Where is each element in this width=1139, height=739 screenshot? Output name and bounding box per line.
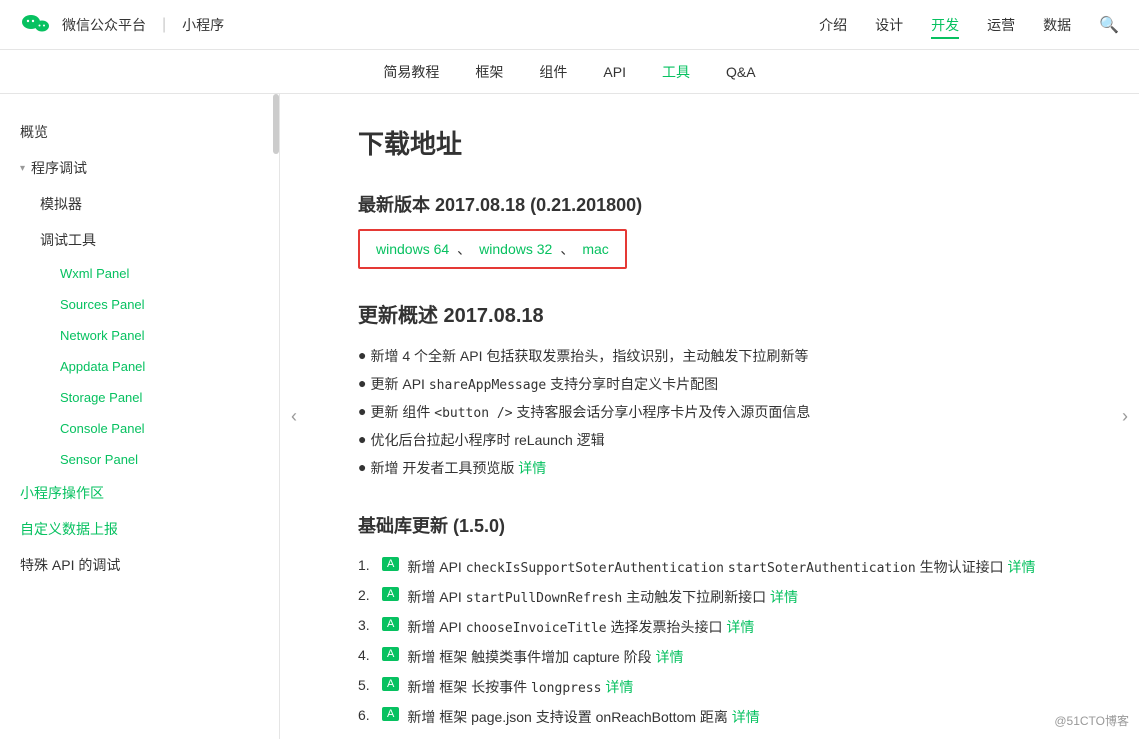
sidebar-item-devtools[interactable]: 调试工具 — [0, 222, 279, 258]
watermark: @51CTO博客 — [1054, 712, 1129, 729]
list-item: 6. A 新增 框架 page.json 支持设置 onReachBottom … — [358, 702, 1061, 732]
nav-ops[interactable]: 运营 — [987, 11, 1015, 39]
lib-section-title: 基础库更新 (1.5.0) — [358, 512, 1061, 538]
update-list: ● 新增 4 个全新 API 包括获取发票抬头，指纹识别，主动触发下拉刷新等 ●… — [358, 342, 1061, 482]
sidebar-item-custom-report[interactable]: 自定义数据上报 — [0, 511, 279, 547]
update-section-title: 更新概述 2017.08.18 — [358, 299, 1061, 328]
sub-nav: 简易教程 框架 组件 API 工具 Q&A — [0, 50, 1139, 94]
sidebar-item-miniapp-area[interactable]: 小程序操作区 — [0, 475, 279, 511]
list-item: ● 新增 开发者工具预览版 详情 — [358, 454, 1061, 482]
page-title: 下载地址 — [358, 124, 1061, 161]
sub-nav-qa[interactable]: Q&A — [726, 64, 756, 80]
latest-version: 最新版本 2017.08.18 (0.21.201800) — [358, 191, 1061, 217]
list-item: 1. A 新增 API checkIsSupportSoterAuthentic… — [358, 552, 1061, 582]
scrollbar[interactable] — [273, 94, 279, 154]
lib-detail-link-2[interactable]: 详情 — [770, 589, 798, 605]
nav-data[interactable]: 数据 — [1043, 11, 1071, 39]
list-item: 4. A 新增 框架 触摸类事件增加 capture 阶段 详情 — [358, 642, 1061, 672]
main-content: 下载地址 最新版本 2017.08.18 (0.21.201800) windo… — [308, 94, 1111, 739]
list-item: 3. A 新增 API chooseInvoiceTitle 选择发票抬头接口 … — [358, 612, 1061, 642]
header: 微信公众平台 | 小程序 介绍 设计 开发 运营 数据 🔍 — [0, 0, 1139, 50]
list-item: ● 新增 4 个全新 API 包括获取发票抬头，指纹识别，主动触发下拉刷新等 — [358, 342, 1061, 370]
next-arrow[interactable]: › — [1111, 94, 1139, 739]
list-item: 5. A 新增 框架 长按事件 longpress 详情 — [358, 672, 1061, 702]
lib-detail-link-4[interactable]: 详情 — [656, 649, 684, 665]
sub-nav-tools[interactable]: 工具 — [662, 62, 690, 82]
bullet-icon: ● — [358, 375, 366, 391]
lib-detail-link-1[interactable]: 详情 — [1008, 559, 1036, 575]
sidebar-item-network-panel[interactable]: Network Panel — [0, 320, 279, 351]
nav-design[interactable]: 设计 — [875, 11, 903, 39]
lib-detail-link-6[interactable]: 详情 — [732, 709, 760, 725]
site-name: 微信公众平台 — [62, 15, 146, 35]
nav-dev[interactable]: 开发 — [931, 11, 959, 39]
sub-nav-components[interactable]: 组件 — [539, 62, 567, 82]
prev-arrow[interactable]: ‹ — [280, 94, 308, 739]
sidebar-item-simulator[interactable]: 模拟器 — [0, 186, 279, 222]
header-divider: | — [162, 16, 166, 34]
sidebar: 概览 ▾ 程序调试 模拟器 调试工具 Wxml Panel Sources Pa… — [0, 94, 280, 739]
download-win32[interactable]: windows 32 — [479, 241, 552, 257]
sidebar-item-special-api[interactable]: 特殊 API 的调试 — [0, 547, 279, 583]
sidebar-item-overview[interactable]: 概览 — [0, 114, 279, 150]
download-links-box: windows 64 、 windows 32 、 mac — [358, 229, 627, 269]
lib-detail-link-3[interactable]: 详情 — [726, 619, 754, 635]
preview-detail-link[interactable]: 详情 — [518, 460, 546, 476]
lib-section: 基础库更新 (1.5.0) 1. A 新增 API checkIsSupport… — [358, 512, 1061, 732]
list-item: ● 更新 组件 <button /> 支持客服会话分享小程序卡片及传入源页面信息 — [358, 398, 1061, 426]
bullet-icon: ● — [358, 431, 366, 447]
download-win64[interactable]: windows 64 — [376, 241, 449, 257]
update-section: 更新概述 2017.08.18 ● 新增 4 个全新 API 包括获取发票抬头，… — [358, 299, 1061, 482]
bullet-icon: ● — [358, 459, 366, 475]
product-name: 小程序 — [182, 15, 224, 35]
header-left: 微信公众平台 | 小程序 — [20, 9, 224, 41]
sidebar-item-sources-panel[interactable]: Sources Panel — [0, 289, 279, 320]
sidebar-item-sensor-panel[interactable]: Sensor Panel — [0, 444, 279, 475]
header-nav: 介绍 设计 开发 运营 数据 🔍 — [819, 11, 1119, 39]
chevron-down-icon: ▾ — [20, 163, 25, 174]
sidebar-item-storage-panel[interactable]: Storage Panel — [0, 382, 279, 413]
bullet-icon: ● — [358, 347, 366, 363]
download-mac[interactable]: mac — [582, 241, 608, 257]
sidebar-item-console-panel[interactable]: Console Panel — [0, 413, 279, 444]
layout: 概览 ▾ 程序调试 模拟器 调试工具 Wxml Panel Sources Pa… — [0, 94, 1139, 739]
search-icon[interactable]: 🔍 — [1099, 15, 1119, 35]
list-item: ● 更新 API shareAppMessage 支持分享时自定义卡片配图 — [358, 370, 1061, 398]
list-item: ● 优化后台拉起小程序时 reLaunch 逻辑 — [358, 426, 1061, 454]
lib-list: 1. A 新增 API checkIsSupportSoterAuthentic… — [358, 552, 1061, 732]
nav-intro[interactable]: 介绍 — [819, 11, 847, 39]
wechat-logo-icon — [20, 9, 52, 41]
bullet-icon: ● — [358, 403, 366, 419]
sidebar-item-appdata-panel[interactable]: Appdata Panel — [0, 351, 279, 382]
sub-nav-api[interactable]: API — [603, 64, 626, 80]
sep-2: 、 — [560, 239, 574, 259]
sep-1: 、 — [457, 239, 471, 259]
sub-nav-framework[interactable]: 框架 — [475, 62, 503, 82]
sidebar-group-debug[interactable]: ▾ 程序调试 — [0, 150, 279, 186]
lib-detail-link-5[interactable]: 详情 — [605, 679, 633, 695]
list-item: 2. A 新增 API startPullDownRefresh 主动触发下拉刷… — [358, 582, 1061, 612]
sidebar-item-wxml-panel[interactable]: Wxml Panel — [0, 258, 279, 289]
sub-nav-tutorial[interactable]: 简易教程 — [383, 62, 439, 82]
